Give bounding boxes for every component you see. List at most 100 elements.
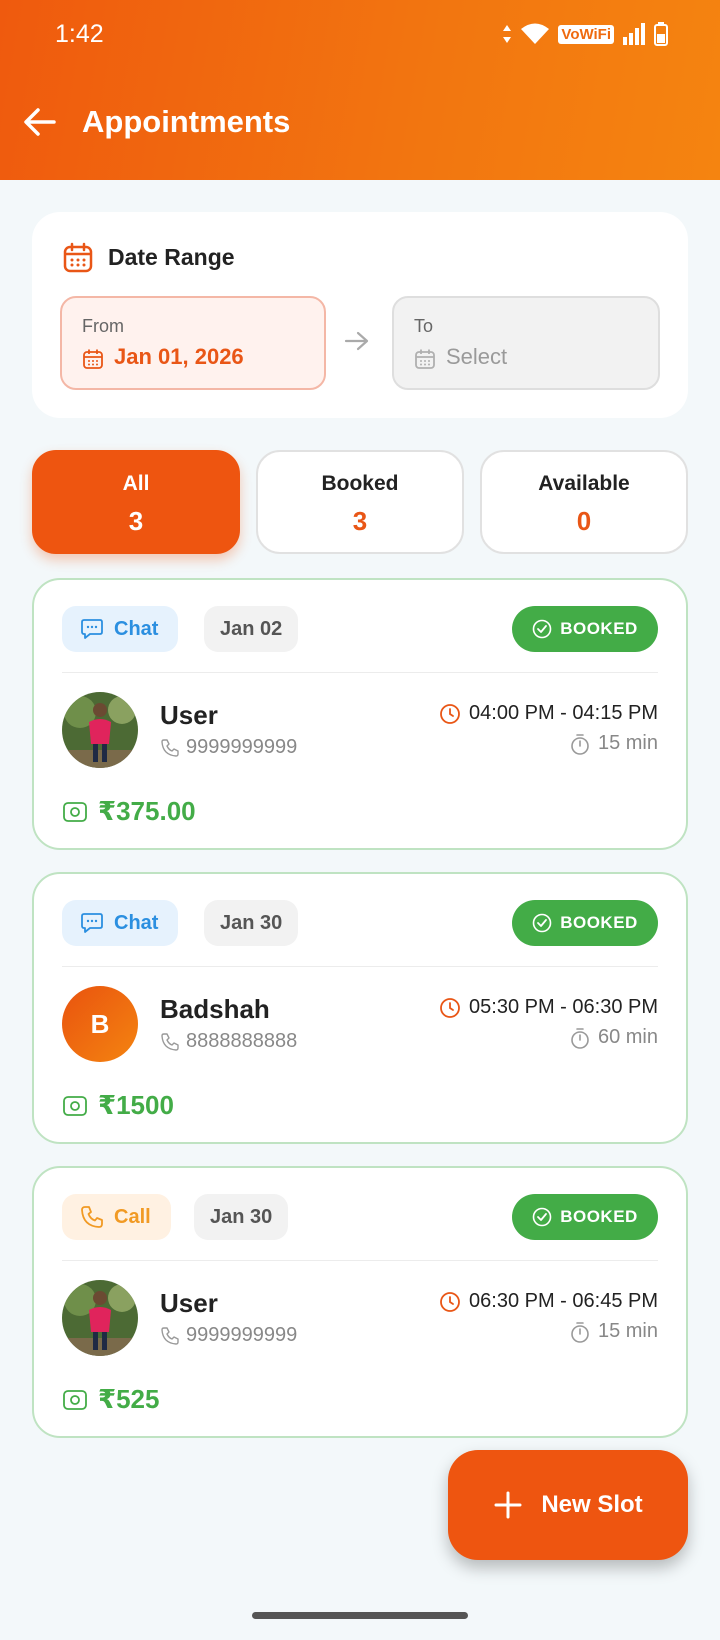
data-arrows-icon	[503, 25, 512, 43]
tab-all[interactable]: All 3	[32, 450, 240, 554]
time-range: 05:30 PM - 06:30 PM	[469, 996, 658, 1018]
new-slot-label: New Slot	[541, 1491, 643, 1518]
from-date-value: Jan 01, 2026	[114, 344, 244, 369]
home-indicator[interactable]	[252, 1612, 468, 1619]
tab-label: All	[122, 472, 150, 495]
check-circle-icon	[532, 1207, 552, 1227]
phone-icon	[161, 1032, 179, 1051]
appointment-duration: 15 min	[570, 1320, 658, 1343]
timer-icon	[571, 733, 589, 755]
clock-icon	[440, 997, 460, 1018]
calendar-icon	[415, 349, 435, 369]
to-label: To	[414, 316, 434, 336]
chat-icon	[81, 913, 103, 933]
phone-icon	[161, 1326, 179, 1345]
client-phone: 9999999999	[160, 736, 297, 759]
phone-icon	[161, 738, 179, 757]
appointment-time: 05:30 PM - 06:30 PM	[439, 996, 658, 1019]
phone-number: 8888888888	[186, 1030, 298, 1052]
date-range-card: Date Range From Jan 01, 2026 To Select	[32, 212, 688, 418]
duration-label: 15 min	[597, 1320, 658, 1342]
session-type-label: Call	[114, 1205, 151, 1228]
price-value: ₹525	[98, 1384, 160, 1414]
vowifi-badge: VoWiFi	[558, 24, 614, 44]
plus-icon	[494, 1491, 522, 1519]
time-range: 04:00 PM - 04:15 PM	[469, 702, 658, 724]
back-arrow-icon[interactable]	[22, 104, 58, 140]
to-date-placeholder: Select	[446, 344, 508, 369]
wifi-icon	[521, 23, 550, 44]
status-label: BOOKED	[560, 619, 638, 638]
appointment-price: ₹525	[62, 1384, 159, 1415]
tab-available[interactable]: Available 0	[480, 450, 688, 554]
page-title: Appointments	[82, 104, 291, 139]
price-value: ₹1500	[98, 1090, 174, 1120]
client-phone: 9999999999	[160, 1324, 297, 1347]
timer-icon	[571, 1027, 589, 1049]
tab-label: Available	[538, 472, 630, 495]
tab-booked[interactable]: Booked 3	[256, 450, 464, 554]
appointment-price: ₹375.00	[62, 796, 196, 827]
client-name: User	[160, 700, 218, 730]
divider	[62, 672, 658, 673]
tab-count: 3	[128, 506, 144, 536]
app-header: 1:42 VoWiFi Appointments	[0, 0, 720, 180]
appointment-date-chip: Jan 30	[194, 1194, 289, 1240]
tab-label: Booked	[321, 472, 399, 495]
session-type-label: Chat	[114, 911, 159, 934]
appointment-price: ₹1500	[62, 1090, 174, 1121]
to-date-field[interactable]: To Select	[392, 296, 660, 390]
arrow-right-icon	[344, 331, 369, 351]
session-type-chip: Chat	[62, 900, 179, 946]
status-badge: BOOKED	[512, 606, 658, 652]
status-time: 1:42	[55, 20, 104, 48]
appointment-card[interactable]: Call Jan 30 BOOKED User 9999999999 06:30…	[32, 1166, 688, 1438]
clock-icon	[440, 1291, 460, 1312]
appointment-date-chip: Jan 30	[204, 900, 299, 946]
check-circle-icon	[532, 913, 552, 933]
client-name: User	[160, 1288, 218, 1318]
tab-count: 0	[576, 506, 592, 536]
from-date-field[interactable]: From Jan 01, 2026	[60, 296, 326, 390]
avatar	[62, 692, 138, 768]
session-type-chip: Chat	[62, 606, 179, 652]
appointment-time: 06:30 PM - 06:45 PM	[439, 1290, 658, 1313]
appointment-duration: 15 min	[570, 732, 658, 755]
signal-icon	[623, 23, 645, 45]
clock-icon	[440, 703, 460, 724]
time-range: 06:30 PM - 06:45 PM	[469, 1290, 658, 1312]
appointment-date-chip: Jan 02	[204, 606, 299, 652]
appointment-card[interactable]: Chat Jan 30 BOOKED B Badshah 8888888888 …	[32, 872, 688, 1144]
money-icon	[63, 1095, 87, 1116]
client-name: Badshah	[160, 994, 270, 1024]
tab-count: 3	[352, 506, 368, 536]
money-icon	[63, 1389, 87, 1410]
avatar	[62, 1280, 138, 1356]
duration-label: 60 min	[597, 1026, 658, 1048]
money-icon	[63, 801, 87, 822]
session-type-chip: Call	[62, 1194, 171, 1240]
new-slot-button[interactable]: New Slot	[448, 1450, 688, 1560]
user-photo	[62, 1280, 138, 1356]
battery-icon	[654, 22, 668, 46]
timer-icon	[571, 1321, 589, 1343]
client-phone: 8888888888	[160, 1030, 297, 1053]
status-badge: BOOKED	[512, 900, 658, 946]
date-range-title: Date Range	[108, 244, 235, 270]
appointment-duration: 60 min	[570, 1026, 658, 1049]
status-badge: BOOKED	[512, 1194, 658, 1240]
divider	[62, 1260, 658, 1261]
avatar: B	[62, 986, 138, 1062]
status-icons: VoWiFi	[502, 22, 668, 46]
phone-number: 9999999999	[186, 736, 298, 758]
status-label: BOOKED	[560, 1207, 638, 1226]
session-type-label: Chat	[114, 617, 159, 640]
appointment-card[interactable]: Chat Jan 02 BOOKED User 9999999999 04:00…	[32, 578, 688, 850]
chat-icon	[81, 619, 103, 639]
phone-icon	[81, 1206, 103, 1228]
price-value: ₹375.00	[98, 796, 196, 826]
user-photo	[62, 692, 138, 768]
from-label: From	[82, 316, 124, 336]
appointment-time: 04:00 PM - 04:15 PM	[439, 702, 658, 725]
calendar-icon	[63, 242, 93, 273]
